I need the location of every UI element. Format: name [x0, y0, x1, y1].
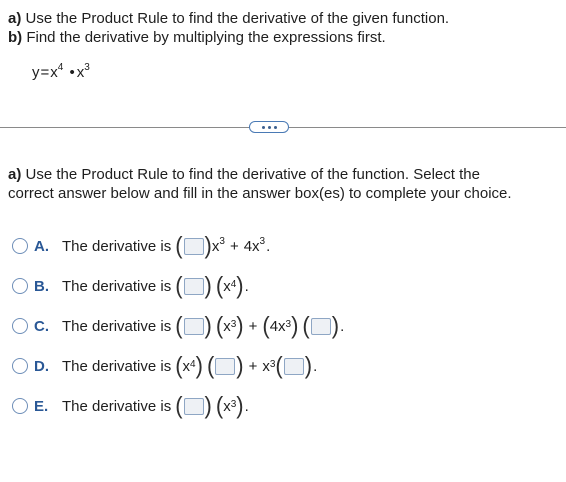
radio-option-c[interactable]	[12, 318, 28, 334]
function-exp-2: 3	[84, 62, 90, 73]
instruction-text-2: correct answer below and fill in the ans…	[8, 185, 512, 202]
radio-option-d[interactable]	[12, 358, 28, 374]
period: .	[244, 397, 249, 415]
term-base: x	[262, 357, 270, 375]
option-b[interactable]: B. The derivative is () (x 4).	[12, 271, 249, 300]
instruction-text-1: Use the Product Rule to find the derivat…	[25, 166, 480, 183]
term-base: 4x	[269, 317, 286, 335]
answer-box[interactable]	[215, 357, 236, 375]
answer-box[interactable]	[183, 317, 204, 335]
function-base-1: x	[50, 64, 58, 81]
paren-right: )	[291, 311, 299, 340]
period: .	[313, 357, 318, 375]
answer-box[interactable]	[310, 317, 331, 335]
paren-left: (	[175, 311, 183, 340]
function-eq: =	[40, 64, 50, 81]
part-b-label: b)	[8, 29, 23, 46]
period: .	[266, 237, 271, 255]
paren-right: )	[195, 351, 203, 380]
paren-left: (	[175, 391, 183, 420]
plus-sign: +	[229, 237, 239, 255]
term-base: x	[223, 277, 231, 295]
option-letter: A.	[34, 237, 49, 255]
question-part-b: b) Find the derivative by multiplying th…	[8, 29, 386, 47]
radio-option-b[interactable]	[12, 278, 28, 294]
given-function: y=x4 • x3	[32, 62, 90, 82]
answer-box[interactable]	[183, 277, 204, 295]
paren-left: (	[302, 311, 310, 340]
option-letter: E.	[34, 397, 49, 415]
function-exp-1: 4	[57, 62, 64, 73]
option-e[interactable]: E. The derivative is () (x 3).	[12, 391, 249, 420]
term-base: x	[223, 397, 231, 415]
plus-sign: +	[248, 357, 258, 375]
function-dot: •	[69, 64, 75, 81]
part-a-label: a)	[8, 10, 22, 27]
paren-left: (	[215, 311, 224, 340]
option-lead: The derivative is	[62, 317, 172, 335]
option-lead: The derivative is	[62, 357, 172, 375]
ellipsis-icon	[267, 125, 271, 129]
term-base: x	[223, 317, 231, 335]
paren-right: )	[204, 391, 212, 420]
term-exp: 3	[259, 235, 266, 247]
option-c[interactable]: C. The derivative is () (x 3) + (4x 3) ().	[12, 311, 345, 340]
paren-left: (	[206, 351, 215, 380]
ellipsis-icon	[273, 125, 277, 129]
paren-right: )	[204, 231, 212, 260]
instruction-line-2: correct answer below and fill in the ans…	[8, 185, 512, 203]
term-exp: 3	[219, 235, 225, 247]
paren-right: )	[236, 391, 244, 420]
question-part-a: a) Use the Product Rule to find the deri…	[8, 10, 449, 28]
paren-left: (	[175, 351, 183, 380]
answer-box[interactable]	[283, 357, 304, 375]
period: .	[244, 277, 249, 295]
answer-box[interactable]	[183, 237, 204, 255]
option-letter: B.	[34, 277, 49, 295]
paren-right: )	[304, 351, 313, 380]
part-a-text: Use the Product Rule to find the derivat…	[25, 10, 450, 27]
option-a[interactable]: A. The derivative is () x3 +4x3.	[12, 231, 271, 260]
option-lead: The derivative is	[62, 277, 172, 295]
paren-left: (	[175, 271, 183, 300]
radio-option-e[interactable]	[12, 398, 28, 414]
option-d[interactable]: D. The derivative is (x 4) () + x 3 ().	[12, 351, 318, 380]
paren-left: (	[215, 391, 224, 420]
function-y: y	[32, 64, 40, 81]
radio-option-a[interactable]	[12, 238, 28, 254]
plus-sign: +	[248, 317, 258, 335]
expression: x3 +4x3.	[212, 235, 271, 255]
paren-right: )	[204, 271, 212, 300]
paren-left: (	[275, 351, 283, 380]
option-letter: D.	[34, 357, 49, 375]
paren-right: )	[236, 271, 244, 300]
term-base: x	[182, 357, 191, 375]
instruction-label: a)	[8, 166, 22, 183]
option-lead: The derivative is	[62, 237, 172, 255]
ellipsis-icon	[261, 125, 265, 129]
part-b-text: Find the derivative by multiplying the e…	[26, 29, 386, 46]
period: .	[340, 317, 345, 335]
option-letter: C.	[34, 317, 49, 335]
paren-right: )	[236, 351, 244, 380]
paren-right: )	[331, 311, 340, 340]
option-lead: The derivative is	[62, 397, 172, 415]
more-button[interactable]	[249, 121, 289, 133]
paren-right: )	[204, 311, 212, 340]
instruction-line-1: a) Use the Product Rule to find the deri…	[8, 166, 480, 184]
paren-right: )	[236, 311, 244, 340]
paren-left: (	[215, 271, 224, 300]
answer-box[interactable]	[183, 397, 204, 415]
term-base: 4x	[243, 237, 260, 255]
paren-left: (	[175, 231, 183, 260]
paren-left: (	[262, 311, 270, 340]
